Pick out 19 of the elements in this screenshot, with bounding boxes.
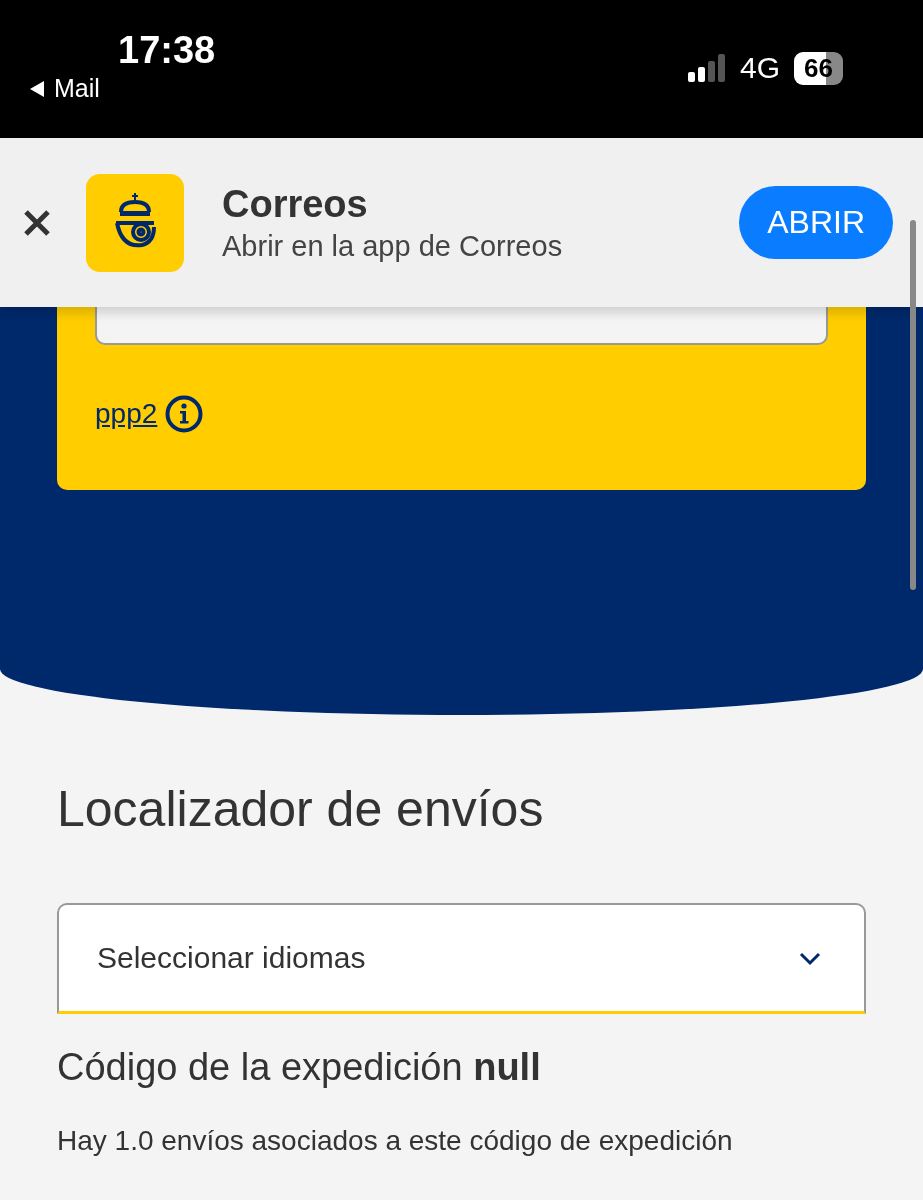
info-icon[interactable] (165, 395, 204, 433)
expedition-heading: Código de la expedición null (57, 1046, 542, 1089)
app-name: Correos (222, 182, 369, 226)
expedition-text: Hay 1.0 envíos asociados a este código de expedición (57, 1125, 734, 1157)
back-link[interactable]: Mail (28, 74, 100, 103)
page-title: Localizador de envíos (57, 780, 545, 839)
status-time: 17:38 (118, 28, 216, 72)
app-subtitle: Abrir en la app de Correos (222, 229, 564, 263)
help-link[interactable]: ppp2 (95, 398, 158, 430)
open-button[interactable]: ABRIR (739, 186, 893, 259)
back-arrow-icon (28, 79, 46, 98)
app-logo-icon (86, 173, 184, 272)
language-select[interactable]: Seleccionar idiomas (57, 903, 866, 1014)
signal-icon (688, 53, 727, 83)
battery-indicator: 66 (794, 51, 843, 85)
chevron-down-icon (798, 950, 822, 966)
input-field[interactable] (95, 307, 828, 345)
close-icon[interactable] (22, 207, 52, 238)
network-label: 4G (740, 51, 781, 85)
